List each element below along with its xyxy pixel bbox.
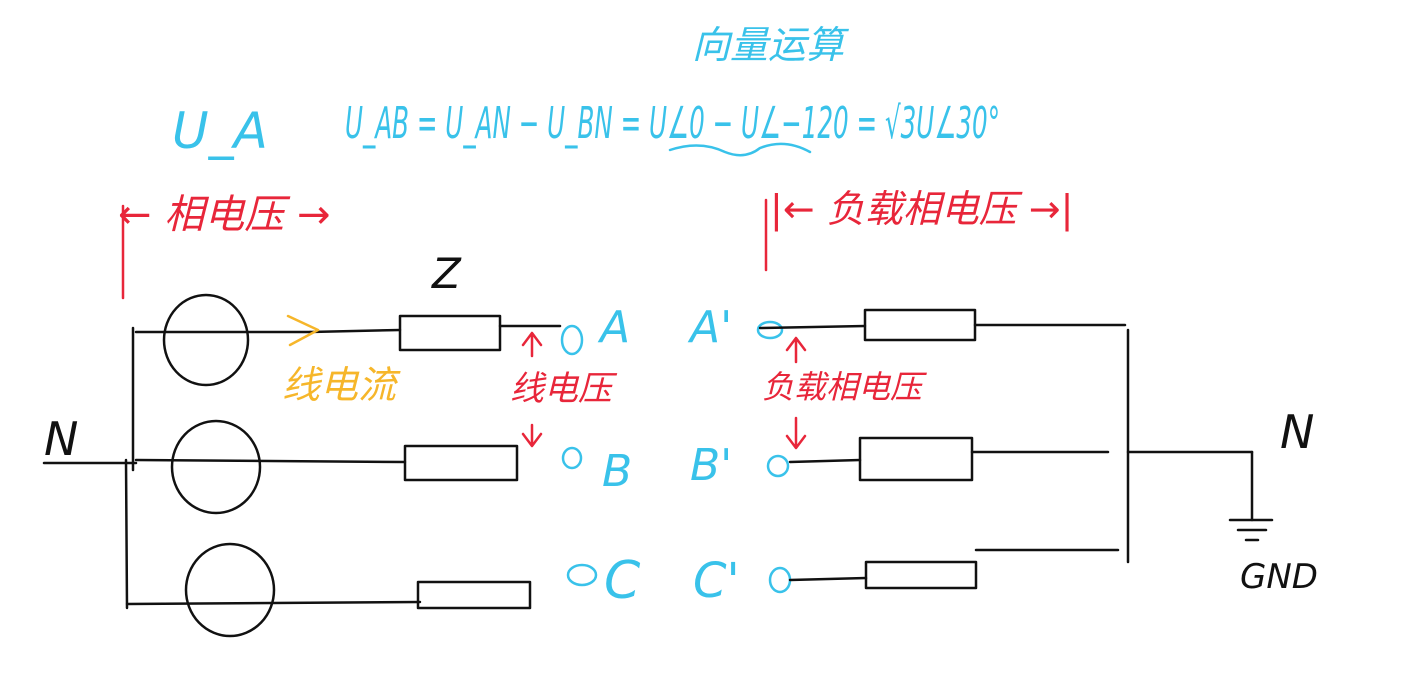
terminal-a-icon — [560, 324, 584, 356]
load-phase-voltage-mid-label: 负载相电压 — [762, 368, 927, 406]
line-voltage-label: 线电压 — [510, 369, 618, 409]
impedance-icon — [398, 314, 502, 352]
ground-label: GND — [1240, 557, 1318, 597]
load-impedance-icon — [858, 436, 974, 482]
ground-icon — [1228, 450, 1274, 542]
impedance-icon — [416, 580, 532, 610]
vector-method-title: 向量运算 — [692, 23, 849, 67]
load-phase-voltage-marker: |← 负载相电压 →| — [764, 187, 1073, 272]
impedance-icon — [403, 444, 519, 482]
terminal-c-prime-icon — [768, 566, 792, 594]
phase-voltage-label: ← 相电压 → — [118, 192, 330, 238]
phase-c-row: C C' — [125, 542, 1120, 638]
load-impedance-icon — [863, 308, 977, 342]
phase-voltage-marker: ← 相电压 → — [118, 192, 330, 300]
voltage-source-icon — [184, 542, 276, 638]
terminal-a: A — [597, 302, 630, 353]
terminal-a-prime-icon — [756, 320, 784, 340]
terminal-c-icon — [566, 563, 598, 587]
terminal-a-prime: A' — [687, 302, 732, 353]
terminal-c-prime: C' — [693, 553, 740, 609]
source-neutral-bus — [124, 326, 135, 610]
voltage-source-icon — [170, 419, 262, 515]
load-phase-voltage-label: |← 负载相电压 →| — [770, 187, 1073, 232]
terminal-b-prime-icon — [766, 454, 790, 478]
voltage-source-icon — [162, 293, 250, 387]
line-current-label: 线电流 — [282, 363, 401, 407]
terminal-b-prime: B' — [690, 440, 732, 491]
terminal-c: C — [604, 551, 641, 611]
load-impedance-icon — [864, 560, 978, 590]
line-voltage-formula: U_AB = U_AN − U_BN = U∠0 − U∠−120 = √3U∠… — [345, 98, 1000, 149]
neutral-label-left: N — [44, 412, 78, 466]
terminal-b-icon — [561, 446, 583, 470]
line-current-arrow-icon — [286, 314, 320, 347]
impedance-label: Z — [431, 249, 462, 298]
neutral-label-right: N — [1280, 405, 1314, 459]
terminal-b: B — [602, 446, 632, 497]
phase-voltage-symbol: U_A — [172, 102, 268, 160]
circuit-sketch: 向量运算 U_A U_AB = U_AN − U_BN = U∠0 − U∠−1… — [42, 23, 1318, 638]
phase-b-row: B B' — [134, 419, 1110, 515]
